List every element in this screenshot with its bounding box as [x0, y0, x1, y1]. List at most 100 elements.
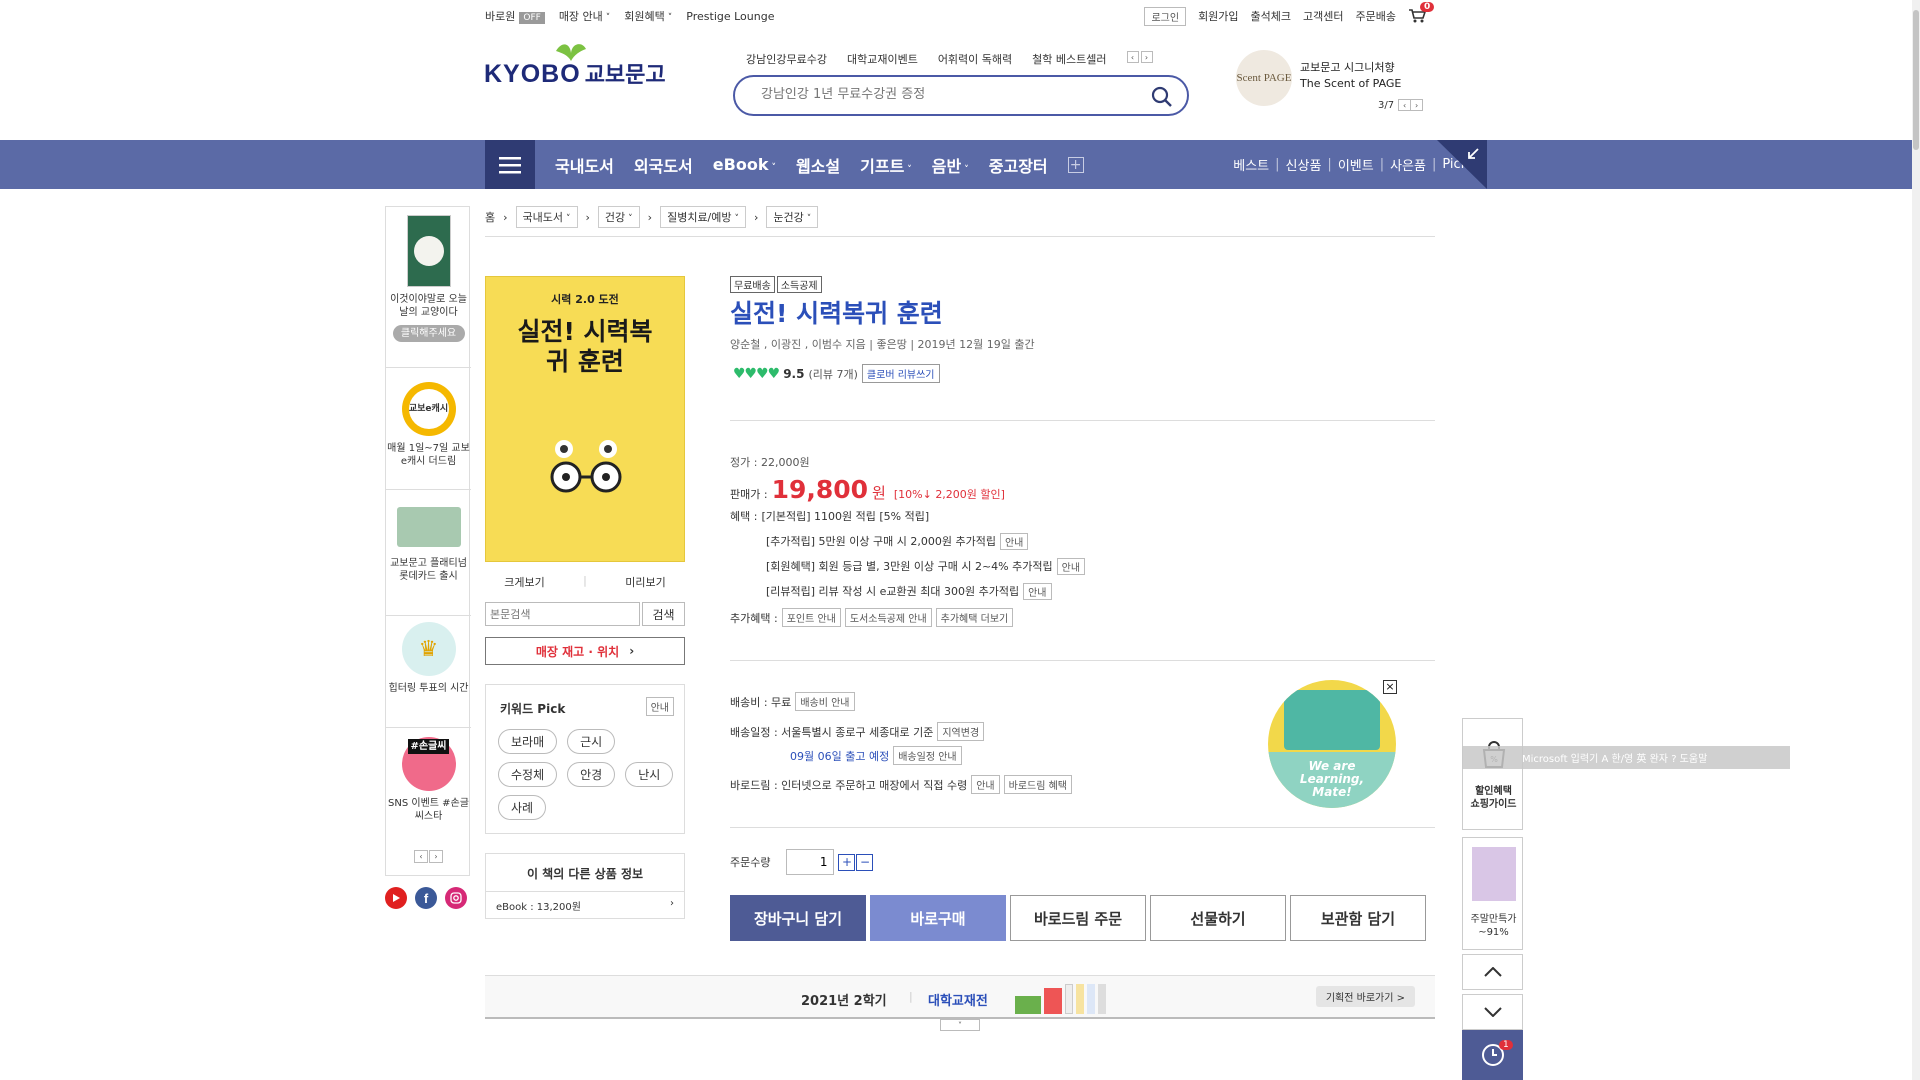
preview-link[interactable]: 미리보기 — [625, 574, 665, 590]
quick-link[interactable]: 철학 베스트셀러 — [1032, 51, 1106, 67]
quick-links-next-button[interactable]: › — [1140, 51, 1153, 63]
youtube-icon[interactable] — [385, 887, 407, 909]
keyword-pill[interactable]: 수정체 — [498, 762, 558, 787]
keyword-pill[interactable]: 보라매 — [498, 729, 558, 754]
quantity-decrease-button[interactable]: − — [856, 853, 874, 871]
quick-buy-toggle[interactable]: 바로원 OFF — [485, 8, 545, 24]
left-banner-card[interactable]: 교보문고 플래티넘 롯데카드 출시 — [386, 507, 471, 583]
cart-button[interactable]: 0 — [1408, 2, 1435, 24]
barodrim-benefit-button[interactable]: 바로드림 혜택 — [1003, 775, 1073, 794]
promo-page-badge[interactable]: Scent PAGE — [1236, 50, 1292, 106]
keyword-pill[interactable]: 근시 — [567, 729, 616, 754]
quick-links-prev-button[interactable]: ‹ — [1126, 51, 1139, 63]
point-info-button[interactable]: 포인트 안내 — [781, 608, 841, 627]
left-banner-book[interactable]: 이것이야말로 오늘날의 교양이다 클릭해주세요 — [386, 215, 471, 342]
nav-item-foreign[interactable]: 외국도서 — [634, 153, 693, 177]
store-info-menu[interactable]: 매장 안내 — [559, 8, 610, 24]
instagram-icon[interactable] — [445, 887, 467, 909]
search-input[interactable] — [761, 87, 1131, 102]
quick-link[interactable]: 강남인강무료수강 — [746, 51, 827, 67]
barodrim-order-button[interactable]: 바로드림 주문 — [1010, 895, 1146, 941]
keyword-pill[interactable]: 난시 — [625, 762, 674, 787]
kyobo-logo[interactable]: KYOBO 교보문고 — [484, 44, 666, 89]
breadcrumb-level3[interactable]: 질병치료/예방 — [660, 206, 747, 228]
nav-item-ebook[interactable]: eBook — [713, 155, 776, 174]
breadcrumb-level2[interactable]: 건강 — [597, 206, 640, 228]
weekend-deal-box[interactable]: 주말만특가 ~91% — [1462, 837, 1523, 950]
save-to-library-button[interactable]: 보관함 담기 — [1290, 895, 1426, 941]
breadcrumb-home[interactable]: 홈 — [485, 209, 495, 225]
signup-link[interactable]: 회원가입 — [1198, 8, 1238, 24]
book-cover[interactable]: 시력 2.0 도전 실전! 시력복귀 훈련 — [485, 276, 685, 562]
attendance-link[interactable]: 출석체크 — [1251, 8, 1291, 24]
keyword-info-button[interactable]: 안내 — [645, 697, 674, 716]
keyword-pill[interactable]: 사례 — [498, 795, 547, 820]
benefit-member-info-button[interactable]: 안내 — [1056, 558, 1086, 575]
quantity-increase-button[interactable]: + — [838, 853, 856, 871]
benefit-review-info-button[interactable]: 안내 — [1023, 583, 1052, 600]
nav-item-gift[interactable]: 기프트 — [860, 153, 912, 177]
close-promo-icon[interactable]: × — [1383, 680, 1397, 694]
buy-now-button[interactable]: 바로구매 — [870, 895, 1006, 941]
header-promo-text[interactable]: 교보문고 시그니처향 The Scent of PAGE — [1300, 60, 1401, 92]
nav-item-music[interactable]: 음반 — [932, 153, 969, 177]
write-review-button[interactable]: 클로버 리뷰쓰기 — [861, 364, 940, 383]
text-search-input[interactable] — [485, 602, 640, 626]
keyword-pill[interactable]: 안경 — [567, 762, 616, 787]
left-banner-prev-button[interactable]: ‹ — [414, 850, 428, 863]
breadcrumb-level4[interactable]: 눈건강 — [766, 206, 819, 228]
nav-sub-gift[interactable]: 사은품 — [1390, 155, 1426, 174]
left-banner-next-button[interactable]: › — [429, 850, 443, 863]
quantity-input[interactable] — [786, 849, 835, 875]
scroll-bottom-button[interactable] — [1462, 994, 1523, 1030]
more-benefits-button[interactable]: 추가혜택 더보기 — [935, 608, 1014, 627]
facebook-icon[interactable]: f — [415, 887, 437, 909]
scrollbar-thumb[interactable] — [1913, 10, 1919, 150]
quick-link[interactable]: 대학교재이벤트 — [847, 51, 918, 67]
nav-more-icon[interactable]: + — [1067, 156, 1084, 173]
review-count[interactable]: (리뷰 7개) — [808, 366, 857, 382]
nav-sub-best[interactable]: 베스트 — [1233, 155, 1269, 174]
nav-sub-event[interactable]: 이벤트 — [1338, 155, 1374, 174]
store-stock-button[interactable]: 매장 재고 · 위치 › — [485, 637, 685, 665]
tax-info-button[interactable]: 도서소득공제 안내 — [844, 608, 932, 627]
customer-center-link[interactable]: 고객센터 — [1303, 8, 1343, 24]
left-banner-vote[interactable]: ♛ 힙터링 투표의 시간 — [386, 622, 471, 695]
member-benefits-menu[interactable]: 회원혜택 — [624, 8, 672, 24]
zoom-cover-link[interactable]: 크게보기 — [504, 574, 544, 590]
change-region-button[interactable]: 지역변경 — [937, 722, 985, 741]
breadcrumb-level1[interactable]: 국내도서 — [515, 206, 578, 228]
shopping-guide-box[interactable]: % 할인혜택 쇼핑가이드 — [1462, 718, 1523, 830]
nav-item-used[interactable]: 중고장터 — [989, 153, 1048, 177]
recent-viewed-button[interactable]: 1 — [1462, 1030, 1523, 1080]
left-banner-sns[interactable]: #손글씨 SNS 이벤트 #손글씨스타 — [386, 737, 471, 823]
quick-link[interactable]: 어휘력이 독해력 — [938, 51, 1012, 67]
nav-item-webnovel[interactable]: 웹소설 — [796, 153, 840, 177]
other-product-ebook[interactable]: eBook : 13,200원 › — [486, 892, 684, 919]
collapse-arrow-icon[interactable] — [1466, 147, 1480, 161]
left-banner-click-button[interactable]: 클릭해주세요 — [392, 325, 465, 342]
search-icon[interactable] — [1151, 86, 1173, 108]
all-categories-button[interactable] — [485, 140, 535, 189]
benefit-extra-info-button[interactable]: 안내 — [999, 533, 1029, 550]
textbook-banner[interactable]: 2021년 2학기 | 대학교재전 기획전 바로가기 > — [485, 975, 1435, 1019]
promo-next-button[interactable]: › — [1410, 99, 1424, 111]
order-delivery-link[interactable]: 주문배송 — [1356, 8, 1396, 24]
banner-expand-chevron[interactable]: ˅ — [940, 1019, 980, 1031]
scroll-top-button[interactable] — [1462, 954, 1523, 990]
nav-item-domestic[interactable]: 국내도서 — [555, 153, 614, 177]
learning-mate-promo[interactable]: We are Learning, Mate! — [1268, 680, 1396, 808]
gift-button[interactable]: 선물하기 — [1150, 895, 1286, 941]
login-button[interactable]: 로그인 — [1144, 6, 1187, 26]
add-to-cart-button[interactable]: 장바구니 담기 — [730, 895, 866, 941]
shipping-fee-info-button[interactable]: 배송비 안내 — [795, 692, 855, 711]
shipping-schedule-info-button[interactable]: 배송일정 안내 — [893, 746, 962, 765]
text-search-button[interactable]: 검색 — [642, 602, 685, 626]
nav-sub-new[interactable]: 신상품 — [1286, 155, 1322, 174]
prestige-lounge-link[interactable]: Prestige Lounge — [686, 10, 774, 23]
banner-cta-button[interactable]: 기획전 바로가기 > — [1315, 986, 1415, 1007]
barodrim-info-button[interactable]: 안내 — [971, 775, 1000, 794]
page-scrollbar[interactable] — [1912, 0, 1920, 1080]
ime-toolbar[interactable]: Microsoft 입력기 A 한/영 英 완자 ? 도움말 — [1462, 746, 1790, 769]
left-banner-ecash[interactable]: 교보e캐시 매월 1일~7일 교보e캐시 더드림 — [386, 382, 471, 468]
